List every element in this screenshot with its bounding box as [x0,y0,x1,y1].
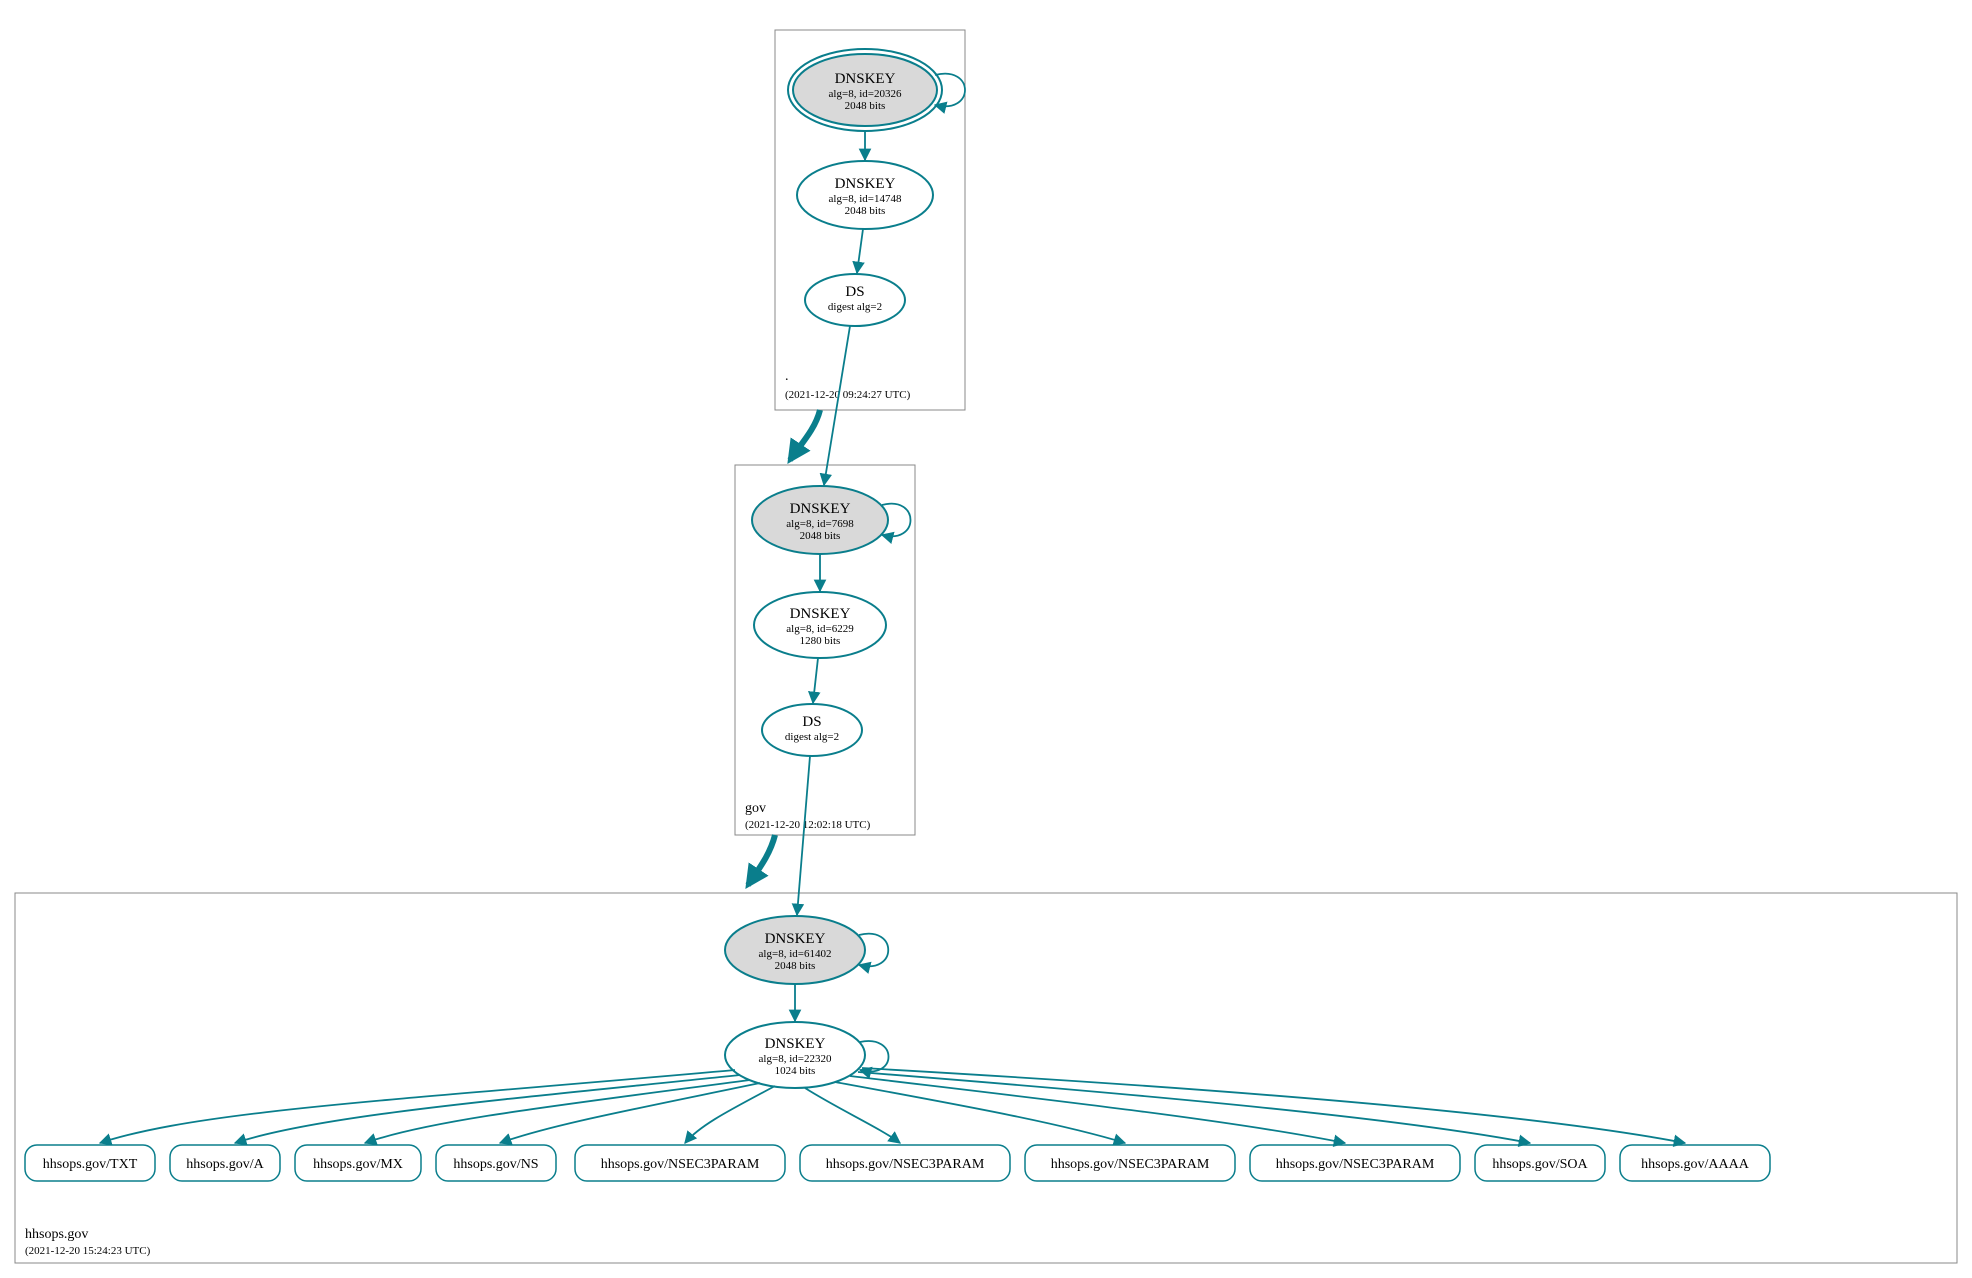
svg-text:2048 bits: 2048 bits [800,530,841,542]
svg-text:DNSKEY: DNSKEY [765,1036,826,1052]
svg-text:hhsops.gov/NSEC3PARAM: hhsops.gov/NSEC3PARAM [601,1157,760,1172]
svg-text:hhsops.gov/A: hhsops.gov/A [186,1157,264,1172]
svg-text:2048 bits: 2048 bits [845,205,886,217]
svg-text:hhsops.gov/SOA: hhsops.gov/SOA [1492,1157,1588,1172]
root-ksk-node: DNSKEY alg=8, id=20326 2048 bits [788,49,942,131]
svg-text:DNSKEY: DNSKEY [790,501,851,517]
edge-zsk-to-n3p4 [850,1076,1345,1143]
svg-text:hhsops.gov/NSEC3PARAM: hhsops.gov/NSEC3PARAM [1051,1157,1210,1172]
records-row: hhsops.gov/TXT hhsops.gov/A hhsops.gov/M… [25,1145,1770,1181]
zone-hhsops-name: hhsops.gov [25,1227,88,1242]
edge-gov-zsk-ds [813,658,818,703]
svg-text:alg=8, id=61402: alg=8, id=61402 [759,948,832,960]
svg-text:1280 bits: 1280 bits [800,635,841,647]
svg-text:DNSKEY: DNSKEY [835,176,896,192]
svg-text:DNSKEY: DNSKEY [790,606,851,622]
svg-text:alg=8, id=14748: alg=8, id=14748 [829,193,902,205]
edge-zsk-to-txt [100,1070,735,1143]
edge-zsk-to-aaaa [862,1068,1685,1143]
zone-hhsops-box [15,893,1957,1263]
edge-zsk-to-ns [500,1083,760,1143]
svg-text:1024 bits: 1024 bits [775,1065,816,1077]
edge-zsk-to-soa [858,1072,1530,1143]
dnssec-diagram: . (2021-12-20 09:24:27 UTC) DNSKEY alg=8… [0,0,1972,1278]
svg-text:2048 bits: 2048 bits [845,100,886,112]
svg-text:DS: DS [802,714,821,730]
svg-text:2048 bits: 2048 bits [775,960,816,972]
svg-text:hhsops.gov/NS: hhsops.gov/NS [453,1157,538,1172]
svg-text:DS: DS [845,284,864,300]
svg-text:hhsops.gov/MX: hhsops.gov/MX [313,1157,403,1172]
gov-ksk-node: DNSKEY alg=8, id=7698 2048 bits [752,486,888,554]
zone-hhsops-timestamp: (2021-12-20 15:24:23 UTC) [25,1245,151,1257]
gov-zsk-node: DNSKEY alg=8, id=6229 1280 bits [754,592,886,658]
svg-text:alg=8, id=6229: alg=8, id=6229 [786,623,854,635]
zone-gov-timestamp: (2021-12-20 12:02:18 UTC) [745,819,871,831]
edge-gov-to-hhsops-zone [748,835,775,885]
edge-zsk-to-n3p2 [805,1088,900,1143]
svg-text:hhsops.gov/NSEC3PARAM: hhsops.gov/NSEC3PARAM [826,1157,985,1172]
edge-zsk-to-a [235,1075,740,1143]
svg-text:hhsops.gov/NSEC3PARAM: hhsops.gov/NSEC3PARAM [1276,1157,1435,1172]
edge-zsk-to-mx [365,1080,750,1143]
zone-root-name: . [785,369,789,384]
zone-gov-name: gov [745,801,766,816]
edge-zsk-to-n3p1 [685,1086,775,1143]
svg-text:hhsops.gov/TXT: hhsops.gov/TXT [43,1157,138,1172]
svg-text:hhsops.gov/AAAA: hhsops.gov/AAAA [1641,1157,1750,1172]
svg-text:DNSKEY: DNSKEY [835,71,896,87]
svg-text:digest alg=2: digest alg=2 [828,301,882,313]
gov-ds-node: DS digest alg=2 [762,704,862,756]
svg-text:DNSKEY: DNSKEY [765,931,826,947]
root-zsk-node: DNSKEY alg=8, id=14748 2048 bits [797,161,933,229]
svg-text:alg=8, id=20326: alg=8, id=20326 [829,88,902,100]
svg-text:alg=8, id=22320: alg=8, id=22320 [759,1053,832,1065]
svg-text:digest alg=2: digest alg=2 [785,731,839,743]
edge-root-ds-to-gov-ksk [824,326,850,485]
svg-text:alg=8, id=7698: alg=8, id=7698 [786,518,854,530]
root-ds-node: DS digest alg=2 [805,274,905,326]
hhsops-ksk-node: DNSKEY alg=8, id=61402 2048 bits [725,916,865,984]
zone-root-timestamp: (2021-12-20 09:24:27 UTC) [785,389,911,401]
edge-root-zsk-ds [857,229,863,273]
hhsops-zsk-node: DNSKEY alg=8, id=22320 1024 bits [725,1022,865,1088]
edge-root-to-gov-zone [790,410,820,460]
